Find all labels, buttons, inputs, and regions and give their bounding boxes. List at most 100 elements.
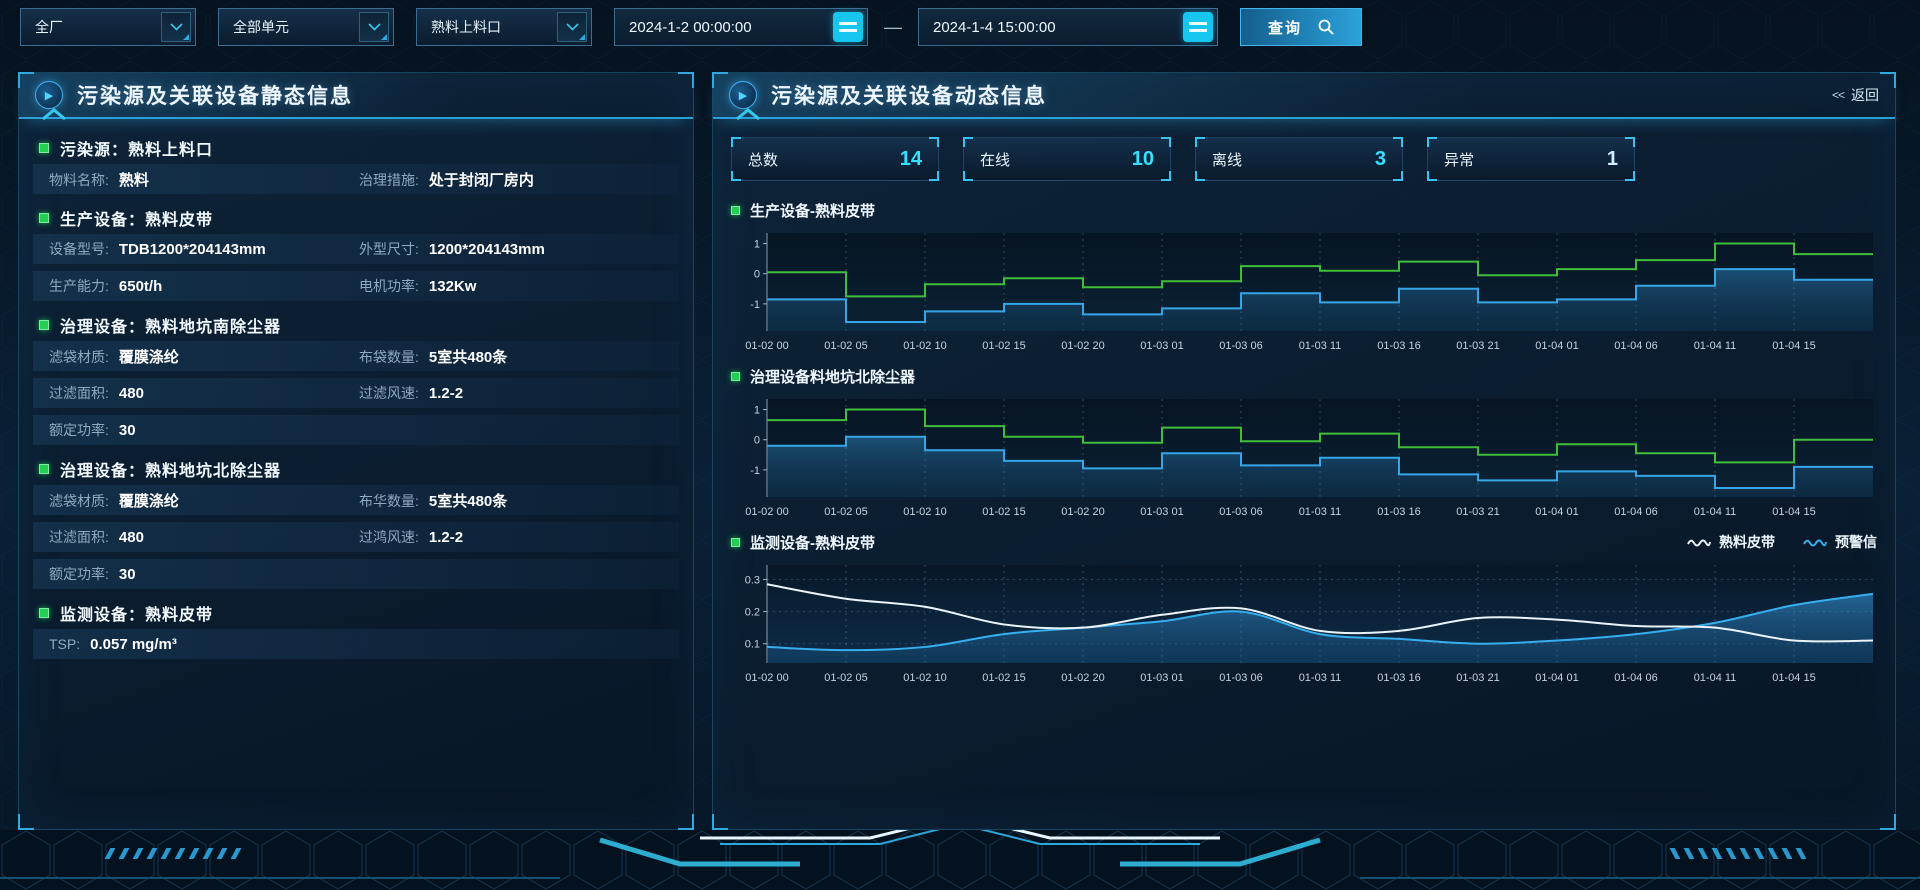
svg-text:1: 1 [754,239,760,251]
select-pollution-source[interactable]: 熟料上料口 [416,8,592,46]
stat-corner-decoration [731,171,741,181]
section-heading-label: 治理设备：熟料地坑南除尘器 [60,313,281,337]
svg-text:01-04 11: 01-04 11 [1694,672,1737,684]
info-row: 物料名称:熟料治理措施:处于封闭厂房内 [33,164,679,194]
chevron-down-icon[interactable] [557,12,587,42]
svg-text:0: 0 [754,435,760,447]
select-unit[interactable]: 全部单元 [218,8,394,46]
svg-text:01-03 21: 01-03 21 [1456,340,1499,352]
chevron-down-icon[interactable] [161,12,191,42]
svg-text:01-02 10: 01-02 10 [903,672,946,684]
query-button[interactable]: 查询 [1240,8,1362,46]
info-label: 过滤面积: [49,527,109,547]
section-bullet-icon [39,320,49,330]
date-range-separator: — [884,17,902,38]
calendar-icon[interactable] [1183,12,1213,42]
info-label: 过鸿风速: [359,527,419,547]
info-label: TSP: [49,636,80,652]
info-value: 1.2-2 [429,385,463,402]
info-label: 物料名称: [49,170,109,190]
stat-value: 14 [900,148,922,171]
info-value: 1200*204143mm [429,241,545,258]
svg-text:01-03 11: 01-03 11 [1299,340,1342,352]
select-plant-value: 全厂 [35,17,63,37]
svg-text:01-03 11: 01-03 11 [1299,672,1342,684]
svg-text:01-03 06: 01-03 06 [1219,340,1262,352]
chart-canvas: 0.30.20.101-02 0001-02 0501-02 1001-02 1… [731,557,1877,689]
stat-corner-decoration [1195,171,1205,181]
info-value: 处于封闭厂房内 [429,169,534,190]
svg-text:01-03 16: 01-03 16 [1377,506,1420,518]
chart-title-row: 生产设备-熟料皮带 [731,195,1877,225]
section-heading: 治理设备：熟料地坑南除尘器 [33,308,679,341]
info-cell: 滤袋材质:覆膜涤纶 [49,490,359,511]
date-to-input[interactable]: 2024-1-4 15:00:00 [918,8,1218,46]
stat-value: 10 [1132,148,1154,171]
svg-text:01-03 06: 01-03 06 [1219,506,1262,518]
calendar-icon[interactable] [833,12,863,42]
info-label: 布华数量: [359,491,419,511]
svg-text:0.1: 0.1 [745,639,760,651]
chart-bullet-icon [731,206,740,215]
section-bullet-icon [39,608,49,618]
query-button-label: 查询 [1268,17,1302,38]
info-label: 外型尺寸: [359,239,419,259]
svg-text:01-04 06: 01-04 06 [1614,672,1657,684]
info-row: 滤袋材质:覆膜涤纶布袋数量:5室共480条 [33,341,679,371]
search-icon [1318,19,1334,35]
section-heading: 污染源：熟料上料口 [33,131,679,164]
info-row: TSP:0.057 mg/m³ [33,629,679,659]
legend-item[interactable]: 熟料皮带 [1687,532,1775,552]
section-heading-label: 污染源：熟料上料口 [60,136,213,160]
select-pollution-source-value: 熟料上料口 [431,17,501,37]
back-button-label: 返回 [1851,85,1879,105]
svg-text:-1: -1 [750,465,760,477]
date-from-value: 2024-1-2 00:00:00 [629,19,752,36]
device-stats-row: 总数14在线10离线3异常1 [713,119,1895,189]
section-bullet-icon [39,464,49,474]
chart-title-row: 治理设备料地坑北除尘器 [731,361,1877,391]
date-to-value: 2024-1-4 15:00:00 [933,19,1056,36]
svg-text:01-02 05: 01-02 05 [824,506,867,518]
info-value: TDB1200*204143mm [119,241,266,258]
static-info-header: ▶ 污染源及关联设备静态信息 [19,73,693,119]
chart-title-row: 监测设备-熟料皮带熟料皮带预警信 [731,527,1877,557]
toolbar: 全厂 全部单元 熟料上料口 2024-1-2 00:00:00 — 2024-1… [20,7,1362,47]
section-heading-label: 治理设备：熟料地坑北除尘器 [60,457,281,481]
svg-text:01-03 01: 01-03 01 [1140,506,1183,518]
chevron-down-icon[interactable] [359,12,389,42]
info-value: 132Kw [429,278,477,295]
info-cell: TSP:0.057 mg/m³ [49,636,669,653]
svg-text:0.3: 0.3 [745,574,760,586]
back-button[interactable]: << 返回 [1832,85,1879,105]
play-icon: ▶ [35,81,63,109]
back-arrows-icon: << [1832,88,1844,102]
stat-corner-decoration [1393,137,1403,147]
svg-text:-1: -1 [750,299,760,311]
dynamic-info-title: 污染源及关联设备动态信息 [771,80,1047,110]
date-from-input[interactable]: 2024-1-2 00:00:00 [614,8,868,46]
chart-title: 治理设备料地坑北除尘器 [750,366,915,387]
info-label: 电机功率: [359,276,419,296]
svg-text:01-04 06: 01-04 06 [1614,506,1657,518]
info-label: 治理措施: [359,170,419,190]
info-row: 设备型号:TDB1200*204143mm外型尺寸:1200*204143mm [33,234,679,264]
select-plant[interactable]: 全厂 [20,8,196,46]
info-value: 30 [119,566,136,583]
info-cell: 治理措施: 处于封闭厂房内 [359,169,669,190]
legend-wave-icon [1687,537,1711,547]
svg-text:1: 1 [754,405,760,417]
play-icon: ▶ [729,81,757,109]
stat-corner-decoration [1393,171,1403,181]
info-cell: 过滤面积:480 [49,383,359,403]
info-cell: 布袋数量:5室共480条 [359,346,669,367]
info-cell: 过滤面积:480 [49,527,359,547]
info-label: 滤袋材质: [49,347,109,367]
info-row: 生产能力:650t/h电机功率:132Kw [33,271,679,301]
legend-item[interactable]: 预警信 [1803,532,1877,552]
svg-text:01-04 01: 01-04 01 [1535,672,1578,684]
svg-text:01-02 05: 01-02 05 [824,340,867,352]
stat-label: 总数 [748,149,778,170]
section-heading-label: 生产设备：熟料皮带 [60,206,213,230]
section-heading-label: 监测设备：熟料皮带 [60,601,213,625]
